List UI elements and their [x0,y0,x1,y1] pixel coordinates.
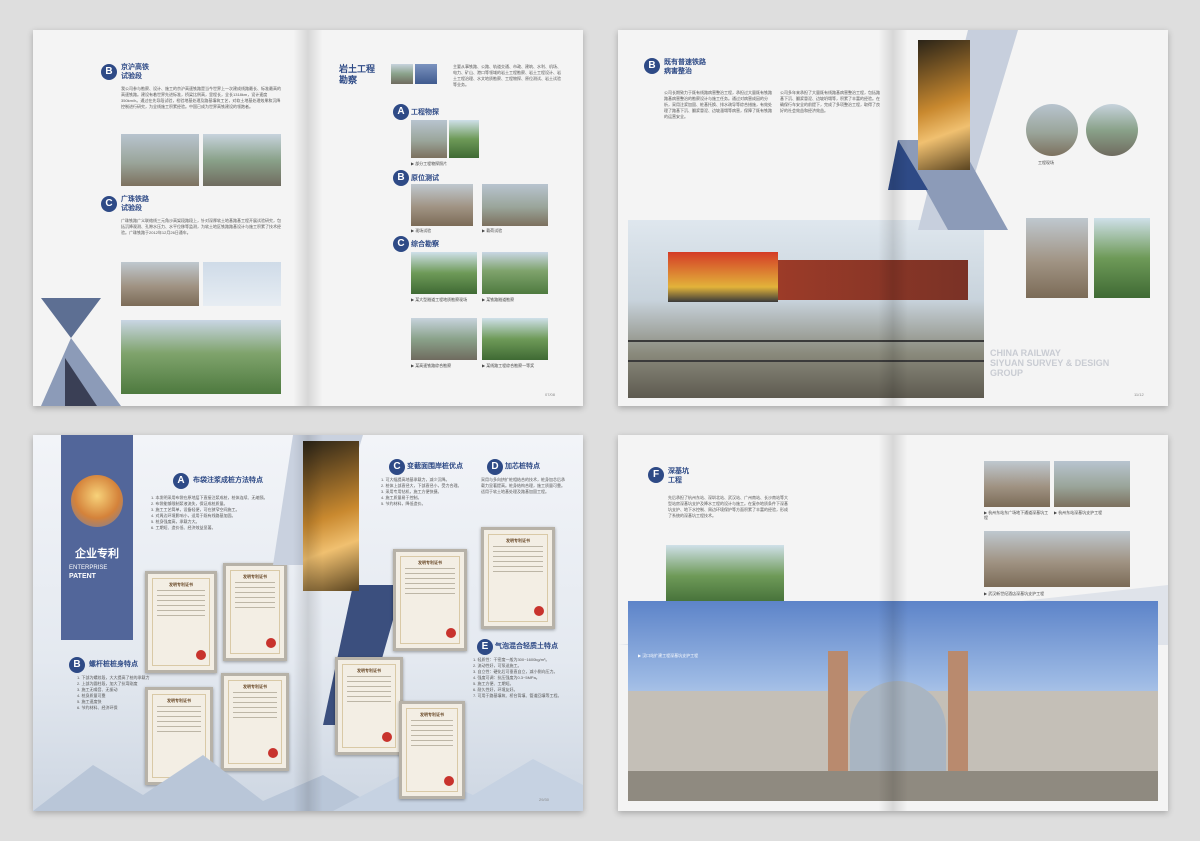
sub-b-caption-2: ▶ 载荷试验 [482,228,503,233]
rehab-text-right: 公司多年来承担了大量既有线路基病害整治工程，包括路基下沉、翻浆冒泥、边坡坍塌等，… [780,90,880,113]
photo-construction-site [121,134,199,186]
spread-deep-foundation-pit: F 深基坑 工程 先后承担了杭州东站、深圳北站、武汉站、广州南站、长沙南站等大型… [618,435,1168,811]
section-b-text: 我公司参与勘察、设计、施工的京沪高速铁路是当今世界上一次建成线路最长、标准最高的… [121,86,281,109]
section-b-title: 京沪高铁 试验段 [121,64,149,80]
trophy-icon [71,475,123,527]
sub-b-caption-1: ▶ 现场试验 [411,228,432,233]
patent-title: 企业专利 [75,547,119,560]
spread-railway-test-sections: B 京沪高铁 试验段 我公司参与勘察、设计、施工的京沪高速铁路是当今世界上一次建… [33,30,583,406]
photo-survey-3 [411,318,477,360]
patent-certificate-5: 发明专利证书 [393,549,467,651]
photo-wuhan-pit [984,531,1130,587]
train-locomotive [668,252,778,302]
photo-railway-tracks [203,134,281,186]
photo-round-workers [1026,104,1078,156]
watermark-text: CHINA RAILWAY SIYUAN SURVEY & DESIGN GRO… [990,348,1110,378]
sub-c-title: 综合勘察 [411,241,439,248]
page-number: 11/12 [1134,392,1144,397]
photo-survey-1 [411,252,477,294]
spread-enterprise-patents: 企业专利 ENTERPRISE PATENT A 布袋注浆成桩方法特点 1. 本… [33,435,583,811]
sub-c-caption-3: ▶ 某高速铁路综合勘察 [411,363,452,368]
page-number: 29/30 [539,797,550,802]
sub-c-caption-1: ▶ 某大型隧道工程地质勘察现场 [411,297,468,302]
section-b-badge: B [101,64,117,80]
photo-geophysics-1 [411,120,447,158]
spread-railway-rehabilitation: B 既有普速铁路 病害整治 公司长期致力于既有线路病害整治工程，承担过大量既有铁… [618,30,1168,406]
section-d-text: 采用与多向挤扩桩相结合的技术，桩身加芯后承载力显著提高。桩身结构合理，施工质量可… [481,477,565,494]
bottom-caption: ▶ 汉口站扩建工程深基坑支护工程 [638,653,699,658]
patent-certificate-6: 发明专利证书 [481,527,555,629]
photo-insitu-1 [411,184,473,226]
rehab-title: 既有普速铁路 病害整治 [664,59,706,75]
geotech-title: 岩土工程 勘察 [339,64,376,85]
sub-a-caption: ▶ 部分工程物探照片 [411,161,448,166]
sub-b-title: 原位测试 [411,175,439,182]
photo-insitu-2 [482,184,548,226]
photo-silo-tank [1094,218,1150,298]
station-arch [850,681,946,771]
train-cars [778,260,968,300]
photo-high-speed-train [121,320,281,394]
section-c-text: 1. 可大幅提高地基承载力，减少沉降。 2. 桩体上部直径大，下部直径小，受力合… [381,477,462,506]
photo-test-embankment [121,262,199,306]
section-e-badge: E [477,639,493,655]
decorative-triangles [41,298,121,406]
section-e-text: 1. 轻质性：干密度一般为300~1600kg/m³。 2. 流动性好，可泵送施… [473,657,562,698]
patent-sidebar: 企业专利 ENTERPRISE PATENT [61,435,133,640]
photo-amber-train [303,441,359,591]
section-c-title: 广珠铁路 试验段 [121,196,149,212]
section-d-title: 加芯桩特点 [505,463,540,470]
sub-c-badge: C [393,236,409,252]
sub-b-badge: B [393,170,409,186]
station-tower-left [828,651,848,771]
photo-round-tracks [1086,104,1138,156]
pit-caption-1: ▶ 杭州东站东广场地下通道深基坑工程 [984,510,1049,520]
photo-survey-2 [482,252,548,294]
section-c-badge: C [389,459,405,475]
pit-title: 深基坑 工程 [668,468,689,484]
photo-amber-train [918,40,970,170]
station-tower-right [948,651,968,771]
photo-small-rail-1 [391,64,413,84]
rehab-small-caption: 工程现场 [1038,160,1054,165]
page-number: 07/08 [545,392,556,397]
photo-hangzhou-pit-2 [1054,461,1130,507]
pit-badge: F [648,467,664,483]
sub-c-caption-4: ▶ 某线路工程综合勘察一等奖 [482,363,535,368]
sub-a-title: 工程物探 [411,109,439,116]
rehab-badge: B [644,58,660,74]
photo-small-rail-2 [415,64,437,84]
section-b-title: 螺杆桩桩身特点 [89,661,138,668]
photo-survey-4 [482,318,548,360]
section-a-title: 布袋注浆成桩方法特点 [193,477,263,484]
patent-en-1: ENTERPRISE [69,565,108,571]
photo-hangzhou-pit-1 [984,461,1050,507]
pit-text: 先后承担了杭州东站、深圳北站、武汉站、广州南站、长沙南站等大型站房深基坑支护及降… [668,495,788,518]
section-e-title: 气泡混合轻质土特点 [495,643,558,650]
section-d-badge: D [487,459,503,475]
photo-geophysics-2 [449,120,479,158]
patent-certificate-8: 发明专利证书 [399,701,465,799]
photo-chimney-site [203,262,281,306]
section-c-text: 广珠铁路广义联络线三元角沙高架段路段上，针对深厚软土地基路基工程开展试验研究，包… [121,218,281,235]
sub-a-badge: A [393,104,409,120]
section-c-badge: C [101,196,117,212]
photo-hankou-station [628,601,1158,801]
patent-certificate-7: 发明专利证书 [335,657,403,755]
section-c-title: 变截面围岸桩优点 [407,463,463,470]
section-b-badge: B [69,657,85,673]
rehab-text-left: 公司长期致力于既有线路病害整治工程，承担过大量既有铁路路基病害整治的勘察设计与施… [664,90,772,119]
section-a-badge: A [173,473,189,489]
patent-en-2: PATENT [69,573,96,580]
pit-caption-2: ▶ 杭州东站深基坑支护工程 [1054,510,1103,515]
geotech-intro: 主要从事铁路、公路、轨道交通、市政、建筑、水利、机场、电力、矿山、港口等领域的岩… [453,64,561,87]
photo-drilling-rig [1026,218,1088,298]
patent-certificate-1: 发明专利证书 [145,571,217,673]
sub-c-caption-2: ▶ 某铁路隧道勘察 [482,297,515,302]
